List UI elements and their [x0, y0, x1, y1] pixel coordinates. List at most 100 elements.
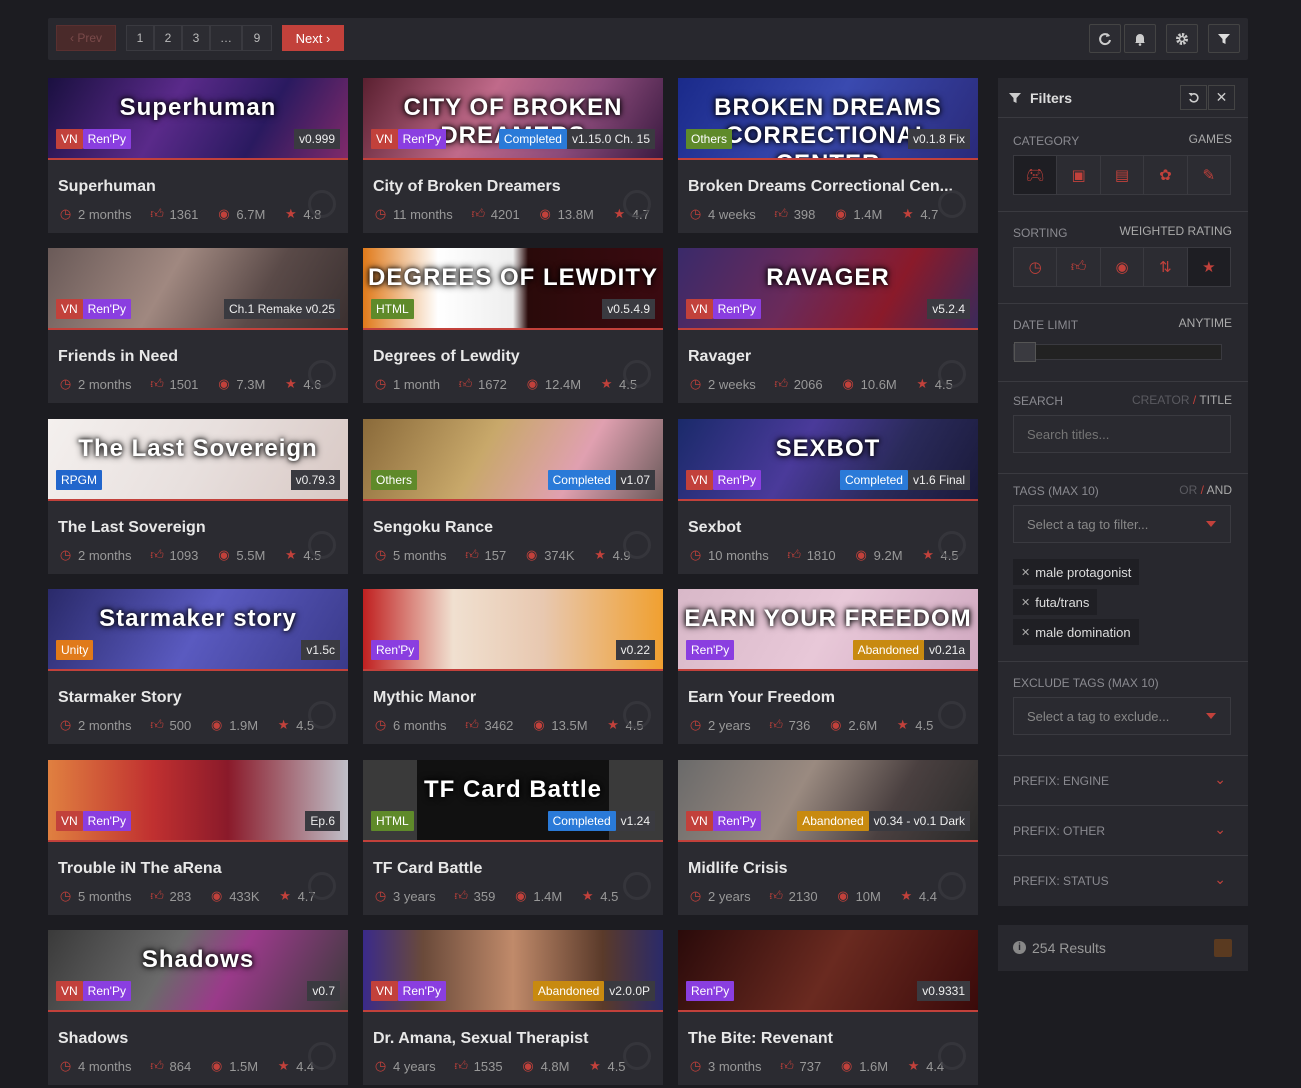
exclude-tag-select[interactable]: Select a tag to exclude... [1013, 697, 1231, 735]
category-edit-button[interactable]: ✎ [1187, 156, 1231, 194]
history-icon[interactable] [308, 872, 336, 900]
history-icon[interactable] [938, 190, 966, 218]
game-thumbnail[interactable]: Others Completed v1.07 [363, 419, 663, 501]
category-videos-button[interactable]: ▤ [1100, 156, 1145, 194]
history-icon[interactable] [308, 360, 336, 388]
notifications-button[interactable] [1124, 24, 1156, 53]
page-3-button[interactable]: 3 [182, 25, 210, 51]
remove-tag-icon[interactable]: ✕ [1021, 626, 1030, 639]
game-title[interactable]: Superhuman [58, 178, 343, 196]
refresh-button[interactable] [1089, 24, 1121, 53]
category-comics-button[interactable]: ✿ [1144, 156, 1188, 194]
game-card[interactable]: BROKEN DREAMS CORRECTIONAL CENTER Others… [678, 78, 978, 233]
game-title[interactable]: Midlife Crisis [688, 860, 973, 878]
history-icon[interactable] [623, 1042, 651, 1070]
reset-filters-button[interactable] [1180, 85, 1207, 110]
game-thumbnail[interactable]: VN Ren'Py Abandoned v2.0.0P [363, 930, 663, 1012]
search-mode-creator[interactable]: CREATOR [1132, 393, 1190, 407]
tags-mode-or[interactable]: OR [1179, 483, 1197, 497]
date-limit-slider[interactable] [1013, 342, 1222, 362]
history-icon[interactable] [938, 701, 966, 729]
game-thumbnail[interactable]: SEXBOT VN Ren'Py Completed v1.6 Final [678, 419, 978, 501]
prev-button[interactable]: ‹ Prev [56, 25, 116, 51]
category-images-button[interactable]: ▣ [1057, 156, 1101, 194]
game-title[interactable]: Mythic Manor [373, 689, 658, 707]
game-title[interactable]: Ravager [688, 348, 973, 366]
game-title[interactable]: The Last Sovereign [58, 519, 343, 537]
game-card[interactable]: Superhuman VN Ren'Py v0.999 Superhuman ◷ 2… [48, 78, 348, 233]
game-thumbnail[interactable]: The Last Sovereign RPGM v0.79.3 [48, 419, 348, 501]
tag-chip[interactable]: ✕ male domination [1013, 619, 1139, 645]
search-input[interactable] [1013, 415, 1231, 453]
game-thumbnail[interactable]: VN Ren'Py Abandoned v0.34 - v0.1 Dark [678, 760, 978, 842]
game-card[interactable]: CITY OF BROKEN DREAMERS VNRen'Py Complet… [363, 78, 663, 233]
game-title[interactable]: Earn Your Freedom [688, 689, 973, 707]
game-card[interactable]: Starmaker story Unity v1.5c Starmaker St… [48, 589, 348, 744]
history-icon[interactable] [623, 872, 651, 900]
history-icon[interactable] [308, 1042, 336, 1070]
tag-select[interactable]: Select a tag to filter... [1013, 505, 1231, 543]
history-icon[interactable] [308, 701, 336, 729]
game-card[interactable]: Others Completed v1.07 Sengoku Rance ◷ 5 m… [363, 419, 663, 574]
history-icon[interactable] [623, 701, 651, 729]
remove-tag-icon[interactable]: ✕ [1021, 596, 1030, 609]
game-card[interactable]: The Last Sovereign RPGM v0.79.3 The Last… [48, 419, 348, 574]
tag-chip[interactable]: ✕ futa/trans [1013, 589, 1098, 615]
sort-likes-button[interactable]: 👍︎ [1057, 248, 1101, 286]
game-card[interactable]: Shadows VN Ren'Py v0.7 Shadows ◷ 4 months … [48, 930, 348, 1085]
game-thumbnail[interactable]: RAVAGER VN Ren'Py v5.2.4 [678, 248, 978, 330]
game-thumbnail[interactable]: Shadows VN Ren'Py v0.7 [48, 930, 348, 1012]
game-card[interactable]: Ren'Py v0.9331 The Bite: Revenant ◷ 3 mon… [678, 930, 978, 1085]
game-card[interactable]: RAVAGER VN Ren'Py v5.2.4 Ravager ◷ 2 weeks… [678, 248, 978, 403]
filter-toggle-button[interactable] [1208, 24, 1240, 53]
slider-handle[interactable] [1014, 342, 1036, 362]
game-title[interactable]: Friends in Need [58, 348, 343, 366]
history-icon[interactable] [623, 360, 651, 388]
game-title[interactable]: Sexbot [688, 519, 973, 537]
game-title[interactable]: Dr. Amana, Sexual Therapist [373, 1030, 658, 1048]
category-games-button[interactable]: 🎮︎ [1014, 156, 1058, 194]
game-thumbnail[interactable]: CITY OF BROKEN DREAMERS VNRen'Py Complet… [363, 78, 663, 160]
game-thumbnail[interactable]: Ren'Py v0.9331 [678, 930, 978, 1012]
game-title[interactable]: Starmaker Story [58, 689, 343, 707]
tag-chip[interactable]: ✕ male protagonist [1013, 559, 1140, 585]
settings-button[interactable] [1166, 24, 1198, 53]
game-title[interactable]: Broken Dreams Correctional Cen... [688, 178, 973, 196]
next-button[interactable]: Next › [282, 25, 344, 51]
game-title[interactable]: Sengoku Rance [373, 519, 658, 537]
game-title[interactable]: Degrees of Lewdity [373, 348, 658, 366]
game-thumbnail[interactable]: DEGREES OF LEWDITY HTML v0.5.4.9 [363, 248, 663, 330]
game-card[interactable]: Ren'Py v0.22 Mythic Manor ◷ 6 months 👍︎ 34… [363, 589, 663, 744]
history-icon[interactable] [938, 1042, 966, 1070]
rss-icon[interactable] [1214, 939, 1232, 957]
game-card[interactable]: SEXBOT VN Ren'Py Completed v1.6 Final Sexb… [678, 419, 978, 574]
search-mode-title[interactable]: TITLE [1199, 393, 1232, 407]
game-thumbnail[interactable]: Starmaker story Unity v1.5c [48, 589, 348, 671]
sort-rating-button[interactable]: ★ [1187, 248, 1231, 286]
game-thumbnail[interactable]: EARN YOUR FREEDOM Ren'Py Abandoned v0.21a [678, 589, 978, 671]
sort-date-button[interactable]: ◷ [1014, 248, 1058, 286]
history-icon[interactable] [623, 531, 651, 559]
game-title[interactable]: TF Card Battle [373, 860, 658, 878]
game-card[interactable]: VN Ren'Py Abandoned v0.34 - v0.1 Dark Midl… [678, 760, 978, 915]
game-card[interactable]: DEGREES OF LEWDITY HTML v0.5.4.9 Degrees… [363, 248, 663, 403]
game-card[interactable]: TF Card Battle HTML Completed v1.24 TF Ca… [363, 760, 663, 915]
history-icon[interactable] [938, 531, 966, 559]
page-9-button[interactable]: 9 [242, 25, 272, 51]
history-icon[interactable] [623, 190, 651, 218]
game-thumbnail[interactable]: BROKEN DREAMS CORRECTIONAL CENTER Others… [678, 78, 978, 160]
tags-mode-and[interactable]: AND [1207, 483, 1232, 497]
game-card[interactable]: VN Ren'Py Ch.1 Remake v0.25 Friends in Ne… [48, 248, 348, 403]
prefix-other-toggle[interactable]: PREFIX: OTHER ⌄ [998, 806, 1248, 855]
game-thumbnail[interactable]: Superhuman VN Ren'Py v0.999 [48, 78, 348, 160]
sort-alpha-button[interactable]: ⇅ [1144, 248, 1188, 286]
page-1-button[interactable]: 1 [126, 25, 154, 51]
game-title[interactable]: Shadows [58, 1030, 343, 1048]
history-icon[interactable] [938, 360, 966, 388]
game-thumbnail[interactable]: TF Card Battle HTML Completed v1.24 [363, 760, 663, 842]
game-thumbnail[interactable]: VN Ren'Py Ep.6 [48, 760, 348, 842]
close-filters-button[interactable]: ✕ [1208, 85, 1235, 110]
history-icon[interactable] [938, 872, 966, 900]
game-thumbnail[interactable]: VN Ren'Py Ch.1 Remake v0.25 [48, 248, 348, 330]
sort-views-button[interactable]: ◉ [1100, 248, 1145, 286]
